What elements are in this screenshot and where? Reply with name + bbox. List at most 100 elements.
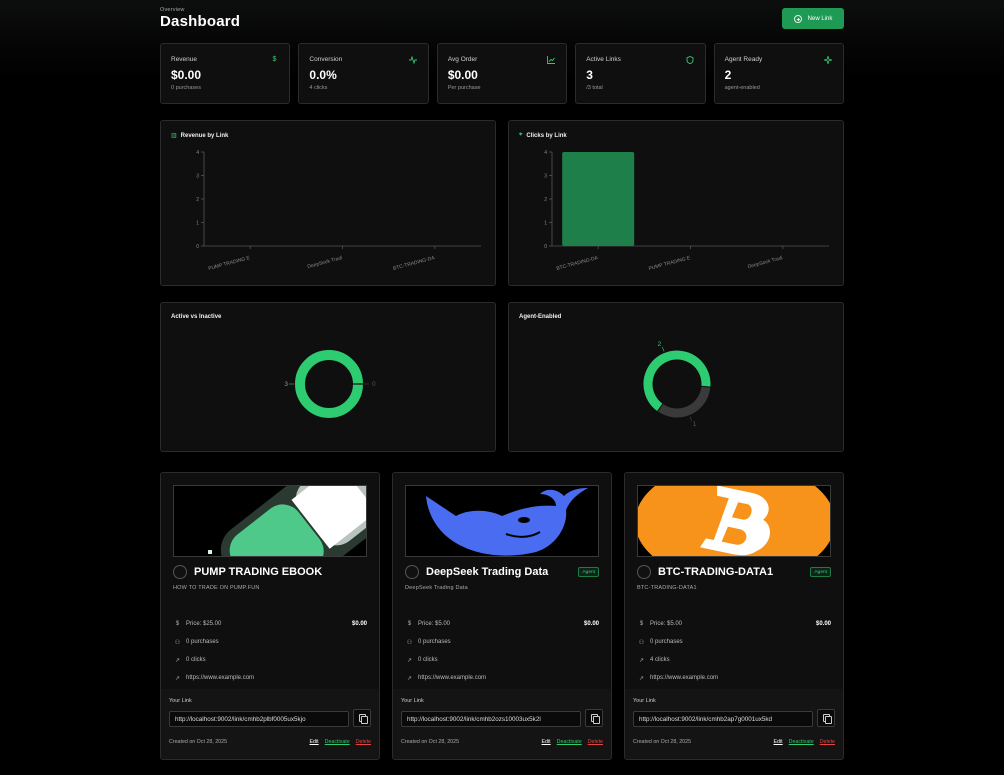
slice-label: 0 xyxy=(372,381,376,388)
clicks-row: ↗ 4 clicks xyxy=(637,651,831,669)
dollar-icon: $ xyxy=(175,621,180,627)
slice-label: 1 xyxy=(693,421,697,428)
your-link-label: Your Link xyxy=(401,698,424,704)
external-link-icon: ↗ xyxy=(174,675,181,682)
avatar xyxy=(637,565,651,579)
created-date: Created on Oct 28, 2025 xyxy=(169,739,228,745)
copy-icon[interactable] xyxy=(817,709,835,727)
link-field[interactable]: http://localhost:9002/link/cmhb2plbf0005… xyxy=(169,711,349,727)
x-tick-label: DeepSeek Tradi xyxy=(747,255,783,270)
product-footer: Your Link http://localhost:9002/link/cmh… xyxy=(393,689,611,759)
created-date: Created on Oct 28, 2025 xyxy=(633,739,692,745)
revenue-bar-chart: 0 1 2 3 4 PUMP TRADING E DeepSeek Tradi BTC-TRA… xyxy=(196,150,481,272)
deactivate-button[interactable]: Deactivate xyxy=(557,739,582,745)
external-link-icon: ↗ xyxy=(638,657,645,664)
external-link-icon: ↗ xyxy=(174,657,181,664)
chart-line-icon xyxy=(547,56,556,64)
delete-button[interactable]: Delete xyxy=(588,739,603,745)
revenue-value: $0.00 xyxy=(583,621,599,627)
stats-row: Revenue $0.00 0 purchases $ Conversion 0… xyxy=(160,43,845,104)
edit-button[interactable]: Edit xyxy=(542,739,551,745)
stat-card-agent-ready: Agent Ready 2 agent-enabled xyxy=(713,43,845,104)
product-stats: $ Price: $5.00 $0.00 ⚇ 0 purchases ↗ 0 click… xyxy=(405,615,599,687)
product-header: DeepSeek Trading Data Agent xyxy=(405,564,599,580)
new-link-button[interactable]: New Link xyxy=(782,8,844,29)
active-donut-chart: 30 xyxy=(284,350,376,418)
delete-button[interactable]: Delete xyxy=(820,739,835,745)
stat-label: Avg Order xyxy=(447,56,478,63)
url-row[interactable]: ↗ https://www.example.com xyxy=(405,669,599,687)
stat-sub: agent-enabled xyxy=(724,85,760,91)
stat-value: 2 xyxy=(724,68,732,82)
revenue-value: $0.00 xyxy=(815,621,831,627)
your-link-label: Your Link xyxy=(169,698,192,704)
stat-label: Active Links xyxy=(586,56,621,63)
stat-label: Agent Ready xyxy=(724,56,763,63)
purchases-text: 0 purchases xyxy=(418,639,451,645)
stat-sub: /3 total xyxy=(586,85,603,91)
product-name: PUMP TRADING EBOOK xyxy=(194,566,323,578)
copy-icon[interactable] xyxy=(585,709,603,727)
avatar xyxy=(173,565,187,579)
product-actions: Edit Deactivate Delete xyxy=(542,739,603,745)
label-leader xyxy=(661,346,665,352)
price-text: Price: $25.00 xyxy=(186,621,222,627)
url-text[interactable]: https://www.example.com xyxy=(186,675,254,681)
revenue-value: $0.00 xyxy=(351,621,367,627)
users-icon: ⚇ xyxy=(174,639,181,646)
url-row[interactable]: ↗ https://www.example.com xyxy=(637,669,831,687)
label-leader xyxy=(689,416,693,422)
external-link-icon: ↗ xyxy=(406,657,413,664)
y-tick-label: 2 xyxy=(544,197,547,203)
stat-value: $0.00 xyxy=(447,68,478,82)
url-text[interactable]: https://www.example.com xyxy=(650,675,718,681)
product-card: PUMP TRADING EBOOK HOW TO TRADE ON PUMP.… xyxy=(160,472,380,760)
slice-label: 2 xyxy=(658,341,662,348)
link-field[interactable]: http://localhost:9002/link/cmhb2ap7g0001… xyxy=(633,711,813,727)
product-thumbnail xyxy=(637,485,831,557)
purchases-text: 0 purchases xyxy=(186,639,219,645)
stat-sub: 0 purchases xyxy=(171,85,201,91)
product-description: BTC-TRADING-DATA1 xyxy=(637,585,697,591)
y-tick-label: 0 xyxy=(196,244,199,250)
clicks-row: ↗ 0 clicks xyxy=(173,651,367,669)
deactivate-button[interactable]: Deactivate xyxy=(325,739,350,745)
x-tick-label: PUMP TRADING E xyxy=(208,255,252,272)
edit-button[interactable]: Edit xyxy=(774,739,783,745)
deactivate-button[interactable]: Deactivate xyxy=(789,739,814,745)
url-row[interactable]: ↗ https://www.example.com xyxy=(173,669,367,687)
clicks-text: 4 clicks xyxy=(650,657,670,663)
new-link-label: New Link xyxy=(807,15,833,22)
stat-label: Conversion xyxy=(309,56,343,63)
link-field[interactable]: http://localhost:9002/link/cmhb2ozs10003… xyxy=(401,711,581,727)
page-title: Dashboard xyxy=(160,13,241,30)
y-tick-label: 4 xyxy=(196,150,199,156)
product-stats: $ Price: $25.00 $0.00 ⚇ 0 purchases ↗ 0 clic… xyxy=(173,615,367,687)
sparkle-icon xyxy=(824,56,833,64)
copy-icon[interactable] xyxy=(353,709,371,727)
product-name: BTC-TRADING-DATA1 xyxy=(658,566,774,578)
stat-card-avg-order: Avg Order $0.00 Per purchase xyxy=(436,43,568,104)
product-description: HOW TO TRADE ON PUMP.FUN xyxy=(173,585,260,591)
stat-sub: Per purchase xyxy=(447,85,481,91)
stat-sub: 4 clicks xyxy=(309,85,328,91)
edit-button[interactable]: Edit xyxy=(310,739,319,745)
url-text[interactable]: https://www.example.com xyxy=(418,675,486,681)
delete-button[interactable]: Delete xyxy=(356,739,371,745)
chart-panel-revenue-by-link: ▥ Revenue by Link 0 1 2 3 4 PUMP TRADING E Deep… xyxy=(160,120,496,286)
chart-panel-clicks-by-link: ⌖ Clicks by Link 0 1 2 3 4 BTC-TRADING-DA PUMP … xyxy=(508,120,844,286)
dollar-icon: $ xyxy=(639,621,644,627)
price-text: Price: $5.00 xyxy=(650,621,683,627)
product-actions: Edit Deactivate Delete xyxy=(310,739,371,745)
product-thumbnail xyxy=(405,485,599,557)
bitcoin-logo-image xyxy=(638,486,830,556)
product-header: PUMP TRADING EBOOK xyxy=(173,564,367,580)
chart-panel-active-vs-inactive: Active vs Inactive 30 xyxy=(160,302,496,452)
shield-icon xyxy=(686,56,694,64)
bar xyxy=(562,152,635,246)
purchases-row: ⚇ 0 purchases xyxy=(405,633,599,651)
price-row: $ Price: $5.00 $0.00 xyxy=(637,615,831,633)
external-link-icon: ↗ xyxy=(406,675,413,682)
purchases-row: ⚇ 0 purchases xyxy=(173,633,367,651)
product-header: BTC-TRADING-DATA1 Agent xyxy=(637,564,831,580)
